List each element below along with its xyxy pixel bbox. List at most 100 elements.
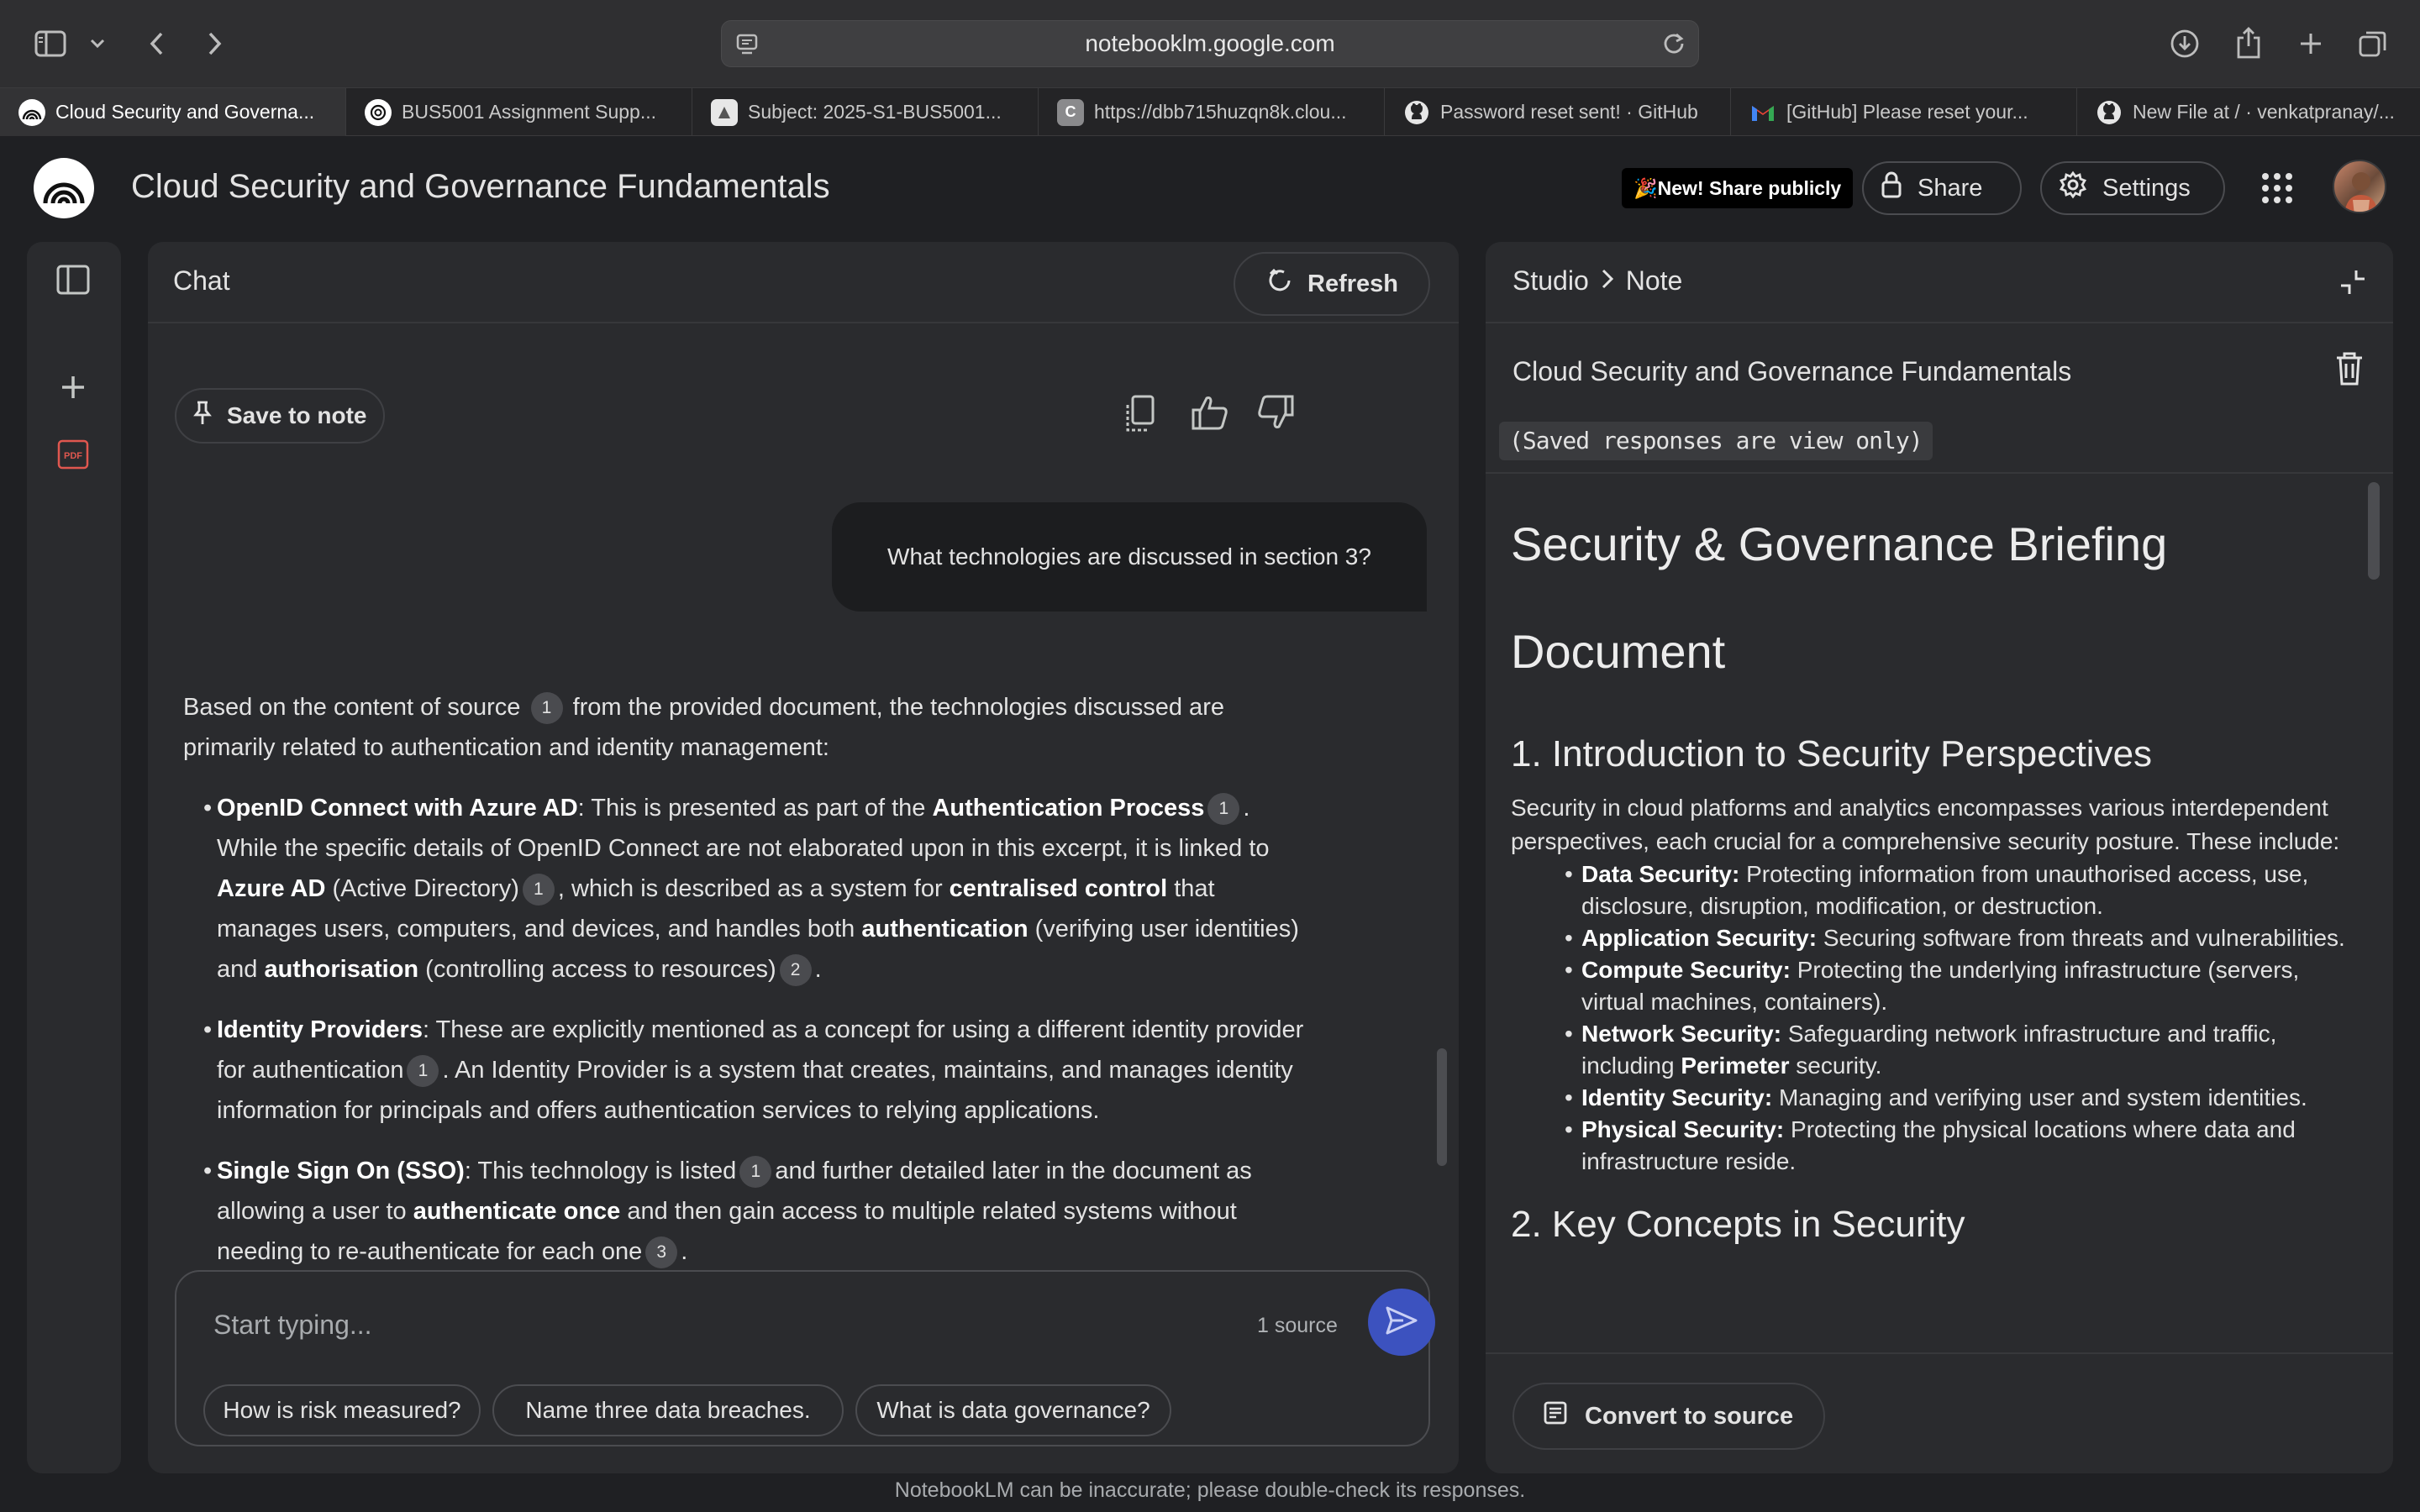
section-paragraph: Security in cloud platforms and analytic… <box>1511 795 2340 854</box>
breadcrumb-studio[interactable]: Studio <box>1512 265 1589 297</box>
tab-bar: Cloud Security and Governa... BUS5001 As… <box>0 87 2420 136</box>
back-icon[interactable] <box>139 25 173 62</box>
section-heading: 2. Key Concepts in Security <box>1511 1204 1965 1245</box>
refresh-label: Refresh <box>1307 270 1398 297</box>
url-text: notebooklm.google.com <box>1085 30 1335 56</box>
copy-icon[interactable] <box>1124 393 1166 435</box>
delete-icon[interactable] <box>2334 351 2368 388</box>
citation-chip[interactable]: 1 <box>1207 793 1240 825</box>
browser-toolbar: notebooklm.google.com <box>0 0 2420 87</box>
tab-github-new-file[interactable]: New File at / · venkatpranay/... <box>2077 88 2420 136</box>
site-info-icon[interactable] <box>735 33 759 56</box>
citation-chip[interactable]: 3 <box>645 1236 678 1268</box>
convert-to-source-label: Convert to source <box>1585 1402 1794 1430</box>
refresh-icon <box>1265 266 1294 302</box>
studio-panel: Studio Note Cloud Security and Governanc… <box>1486 242 2393 1473</box>
list-item: Single Sign On (SSO): This technology is… <box>203 1151 1309 1272</box>
disclaimer: NotebookLM can be inaccurate; please dou… <box>894 1478 1526 1502</box>
c-letter-icon: C <box>1057 98 1084 126</box>
citation-chip[interactable]: 1 <box>407 1055 439 1087</box>
apps-grid-icon[interactable] <box>2260 171 2294 205</box>
thumbs-up-icon[interactable] <box>1190 393 1232 435</box>
app-header: Cloud Security and Governance Fundamenta… <box>0 136 2420 242</box>
chat-header: Chat Refresh <box>148 242 1459 323</box>
lock-icon <box>1881 171 1902 206</box>
notebooklm-icon <box>18 98 45 126</box>
send-icon <box>1385 1305 1418 1340</box>
tab-label: Cloud Security and Governa... <box>55 101 315 123</box>
citation-chip[interactable]: 2 <box>779 954 812 986</box>
lms-icon <box>711 98 738 126</box>
studio-header: Studio Note <box>1486 242 2393 323</box>
collapse-icon[interactable] <box>2338 267 2368 297</box>
share-sheet-icon[interactable] <box>2230 24 2267 62</box>
user-message: What technologies are discussed in secti… <box>832 502 1427 612</box>
tab-label: New File at / · venkatpranay/... <box>2133 101 2395 123</box>
send-button[interactable] <box>1368 1289 1435 1356</box>
note-content: Security & Governance Briefing Document … <box>1511 507 2351 1250</box>
suggestion-chip[interactable]: What is data governance? <box>855 1384 1171 1436</box>
breadcrumb: Studio Note <box>1512 265 1682 297</box>
list-item: Identity Security: Managing and verifyin… <box>1565 1082 2351 1114</box>
citation-chip[interactable]: 1 <box>739 1156 772 1188</box>
chat-composer: 1 source How is risk measured? Name thre… <box>175 1270 1435 1446</box>
tab-overview-icon[interactable] <box>2354 25 2391 62</box>
openai-icon <box>365 98 392 126</box>
citation-chip[interactable]: 1 <box>522 874 555 906</box>
tab-bus5001-assignment[interactable]: BUS5001 Assignment Supp... <box>346 88 692 136</box>
sidebar-toggle-icon[interactable] <box>32 25 69 62</box>
breadcrumb-note: Note <box>1625 265 1683 296</box>
tab-github-password-reset[interactable]: Password reset sent! · GitHub <box>1385 88 1731 136</box>
chevron-down-icon[interactable] <box>86 30 109 57</box>
chat-scrollbar[interactable] <box>1437 1048 1447 1166</box>
refresh-button[interactable]: Refresh <box>1234 252 1430 316</box>
list-item: Data Security: Protecting information fr… <box>1565 858 2351 922</box>
section-heading: 1. Introduction to Security Perspectives <box>1511 733 2153 774</box>
convert-to-source-button[interactable]: Convert to source <box>1512 1383 1825 1450</box>
github-icon <box>2096 99 2123 126</box>
list-item: Compute Security: Protecting the underly… <box>1565 954 2351 1018</box>
downloads-icon[interactable] <box>2166 25 2203 62</box>
citation-chip[interactable]: 1 <box>530 692 563 724</box>
suggestion-chip[interactable]: How is risk measured? <box>203 1384 481 1436</box>
chevron-right-icon <box>1601 265 1614 297</box>
gmail-icon <box>1749 99 1776 126</box>
chat-panel: Chat Refresh Save to note What technolog… <box>148 242 1459 1473</box>
avatar[interactable] <box>2333 160 2386 213</box>
note-title: Cloud Security and Governance Fundamenta… <box>1512 356 2072 386</box>
tab-cloudfront-url[interactable]: C https://dbb715huzqn8k.clou... <box>1039 88 1385 136</box>
save-to-note-button[interactable]: Save to note <box>175 388 385 444</box>
suggestion-chip[interactable]: Name three data breaches. <box>492 1384 844 1436</box>
notebooklm-logo[interactable] <box>34 158 94 218</box>
sources-rail: PDF <box>27 242 121 1473</box>
note-scrollbar[interactable] <box>2368 482 2380 580</box>
studio-footer: Convert to source <box>1486 1352 2393 1473</box>
chat-input[interactable] <box>213 1304 1188 1346</box>
save-to-note-label: Save to note <box>227 402 367 428</box>
list-item: Physical Security: Protecting the physic… <box>1565 1114 2351 1178</box>
settings-button[interactable]: Settings <box>2040 161 2225 215</box>
divider <box>1486 472 2393 474</box>
assistant-response: Based on the content of source 1 from th… <box>183 687 1309 1292</box>
share-label: Share <box>1918 174 1983 202</box>
tab-label: Subject: 2025-S1-BUS5001... <box>748 101 1002 123</box>
forward-icon[interactable] <box>198 25 232 62</box>
new-share-publicly-badge[interactable]: 🎉New! Share publicly <box>1622 168 1854 208</box>
address-bar[interactable]: notebooklm.google.com <box>721 20 1699 67</box>
gear-icon <box>2059 171 2087 206</box>
thumbs-down-icon[interactable] <box>1255 393 1297 435</box>
pin-icon <box>193 401 212 432</box>
expand-sources-icon[interactable] <box>54 260 92 299</box>
notebook-title[interactable]: Cloud Security and Governance Fundamenta… <box>131 168 830 206</box>
tab-gmail-github-reset[interactable]: [GitHub] Please reset your... <box>1731 88 2077 136</box>
add-source-icon[interactable] <box>54 368 92 407</box>
share-button[interactable]: Share <box>1862 161 2022 215</box>
settings-label: Settings <box>2102 174 2191 202</box>
list-item: Application Security: Securing software … <box>1565 922 2351 954</box>
tab-notebooklm[interactable]: Cloud Security and Governa... <box>0 88 346 136</box>
new-tab-icon[interactable] <box>2292 25 2329 62</box>
reload-icon[interactable] <box>1661 31 1686 56</box>
pdf-source-icon[interactable]: PDF <box>54 435 92 474</box>
list-item: Identity Providers: These are explicitly… <box>203 1010 1309 1131</box>
tab-subject-bus5001[interactable]: Subject: 2025-S1-BUS5001... <box>692 88 1039 136</box>
